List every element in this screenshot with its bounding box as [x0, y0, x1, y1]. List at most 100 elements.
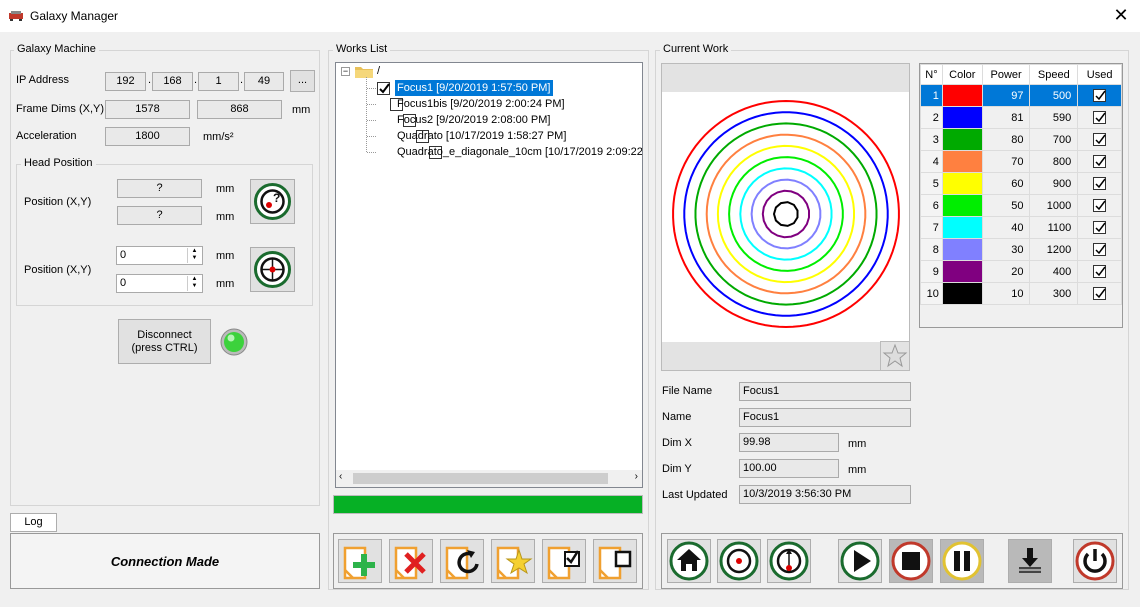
uncheck-work-button[interactable] — [593, 539, 637, 583]
get-position-button[interactable]: ? — [250, 179, 295, 224]
layer-power[interactable]: 97 — [981, 84, 1031, 107]
layer-color-cell[interactable] — [941, 150, 983, 173]
layer-used-cell[interactable] — [1077, 150, 1122, 173]
layers-table[interactable]: N° Color Power Speed Used 1 97 500 2 81 … — [920, 64, 1122, 305]
layer-speed[interactable]: 800 — [1029, 150, 1079, 173]
set-x-spinner[interactable]: 0 ▲ ▼ — [116, 246, 203, 265]
layer-speed[interactable]: 1200 — [1029, 238, 1079, 261]
layer-used-cell[interactable] — [1077, 128, 1122, 151]
layer-speed[interactable]: 900 — [1029, 172, 1079, 195]
download-button[interactable] — [1008, 539, 1052, 583]
layer-used-checkbox[interactable] — [1093, 287, 1107, 300]
layer-used-cell[interactable] — [1077, 238, 1122, 261]
log-tab[interactable]: Log — [10, 513, 57, 532]
works-tree[interactable]: − / Focus1 [9/20/2019 1:57:50 PM] Focus1b… — [335, 62, 643, 488]
layer-row[interactable]: 3 80 700 — [920, 128, 1122, 151]
layer-color-cell[interactable] — [941, 282, 983, 305]
layer-used-checkbox[interactable] — [1093, 155, 1107, 168]
layer-row[interactable]: 8 30 1200 — [920, 238, 1122, 261]
set-y-spinner[interactable]: 0 ▲ ▼ — [116, 274, 203, 293]
close-icon[interactable]: ✕ — [1110, 4, 1132, 26]
work-item[interactable]: Quadrato [10/17/2019 1:58:27 PM] — [395, 128, 568, 144]
col-header-used[interactable]: Used — [1077, 64, 1122, 85]
layer-row[interactable]: 7 40 1100 — [920, 216, 1122, 239]
layer-power[interactable]: 60 — [981, 172, 1031, 195]
favorite-work-button[interactable] — [491, 539, 535, 583]
layer-speed[interactable]: 1000 — [1029, 194, 1079, 217]
layer-used-cell[interactable] — [1077, 84, 1122, 107]
ip-octet-2[interactable]: 168 — [152, 72, 193, 91]
layer-speed[interactable]: 500 — [1029, 84, 1079, 107]
scroll-right-icon[interactable]: › — [635, 471, 638, 482]
layer-used-checkbox[interactable] — [1093, 243, 1107, 256]
layer-power[interactable]: 10 — [981, 282, 1031, 305]
layer-power[interactable]: 20 — [981, 260, 1031, 283]
center-target-button[interactable] — [717, 539, 761, 583]
add-work-button[interactable] — [338, 539, 382, 583]
layer-color-cell[interactable] — [941, 238, 983, 261]
layer-speed[interactable]: 300 — [1029, 282, 1079, 305]
work-checkbox[interactable] — [377, 82, 390, 95]
check-work-button[interactable] — [542, 539, 586, 583]
power-button[interactable] — [1073, 539, 1117, 583]
layer-used-checkbox[interactable] — [1093, 221, 1107, 234]
layer-row[interactable]: 4 70 800 — [920, 150, 1122, 173]
layer-speed[interactable]: 400 — [1029, 260, 1079, 283]
layer-row[interactable]: 1 97 500 — [920, 84, 1122, 107]
delete-work-button[interactable] — [389, 539, 433, 583]
layer-power[interactable]: 50 — [981, 194, 1031, 217]
layer-used-checkbox[interactable] — [1093, 89, 1107, 102]
ip-browse-button[interactable]: ... — [290, 70, 315, 92]
col-header-color[interactable]: Color — [941, 64, 983, 85]
scroll-thumb[interactable] — [353, 473, 608, 484]
layer-used-checkbox[interactable] — [1093, 133, 1107, 146]
col-header-speed[interactable]: Speed — [1029, 64, 1079, 85]
col-header-n[interactable]: N° — [920, 64, 943, 85]
favorite-button[interactable] — [880, 341, 910, 371]
work-item[interactable]: Focus1bis [9/20/2019 2:00:24 PM] — [395, 96, 567, 112]
spinner-arrows-icon[interactable]: ▲ ▼ — [187, 248, 201, 263]
spinner-arrows-icon[interactable]: ▲ ▼ — [187, 276, 201, 291]
scroll-left-icon[interactable]: ‹ — [339, 471, 342, 482]
layer-used-cell[interactable] — [1077, 260, 1122, 283]
horizontal-scrollbar[interactable]: ‹ › — [336, 470, 642, 487]
layer-used-cell[interactable] — [1077, 106, 1122, 129]
col-header-power[interactable]: Power — [981, 64, 1031, 85]
pause-button[interactable] — [940, 539, 984, 583]
layer-row[interactable]: 6 50 1000 — [920, 194, 1122, 217]
layer-color-cell[interactable] — [941, 128, 983, 151]
tree-root[interactable]: / — [377, 63, 380, 79]
layer-color-cell[interactable] — [941, 172, 983, 195]
move-to-position-button[interactable] — [250, 247, 295, 292]
layer-color-cell[interactable] — [941, 106, 983, 129]
tree-expander-icon[interactable]: − — [341, 67, 350, 76]
work-item[interactable]: Focus2 [9/20/2019 2:08:00 PM] — [395, 112, 553, 128]
refresh-work-button[interactable] — [440, 539, 484, 583]
layer-row[interactable]: 10 10 300 — [920, 282, 1122, 305]
layer-color-cell[interactable] — [941, 216, 983, 239]
layer-speed[interactable]: 590 — [1029, 106, 1079, 129]
layer-color-cell[interactable] — [941, 84, 983, 107]
focus-height-button[interactable] — [767, 539, 811, 583]
play-button[interactable] — [838, 539, 882, 583]
layer-row[interactable]: 9 20 400 — [920, 260, 1122, 283]
layer-row[interactable]: 5 60 900 — [920, 172, 1122, 195]
disconnect-button[interactable]: Disconnect (press CTRL) — [118, 319, 211, 364]
ip-octet-4[interactable]: 49 — [244, 72, 284, 91]
layer-color-cell[interactable] — [941, 260, 983, 283]
layer-used-checkbox[interactable] — [1093, 111, 1107, 124]
ip-octet-3[interactable]: 1 — [198, 72, 239, 91]
layer-power[interactable]: 80 — [981, 128, 1031, 151]
layer-used-checkbox[interactable] — [1093, 177, 1107, 190]
layer-used-cell[interactable] — [1077, 216, 1122, 239]
stop-button[interactable] — [889, 539, 933, 583]
layer-power[interactable]: 81 — [981, 106, 1031, 129]
work-item[interactable]: Quadrato_e_diagonale_10cm [10/17/2019 2:… — [395, 144, 642, 160]
home-button[interactable] — [667, 539, 711, 583]
work-item[interactable]: Focus1 [9/20/2019 1:57:50 PM] — [394, 79, 554, 97]
layer-used-cell[interactable] — [1077, 172, 1122, 195]
layer-row[interactable]: 2 81 590 — [920, 106, 1122, 129]
layer-used-checkbox[interactable] — [1093, 199, 1107, 212]
layer-power[interactable]: 40 — [981, 216, 1031, 239]
layer-power[interactable]: 70 — [981, 150, 1031, 173]
